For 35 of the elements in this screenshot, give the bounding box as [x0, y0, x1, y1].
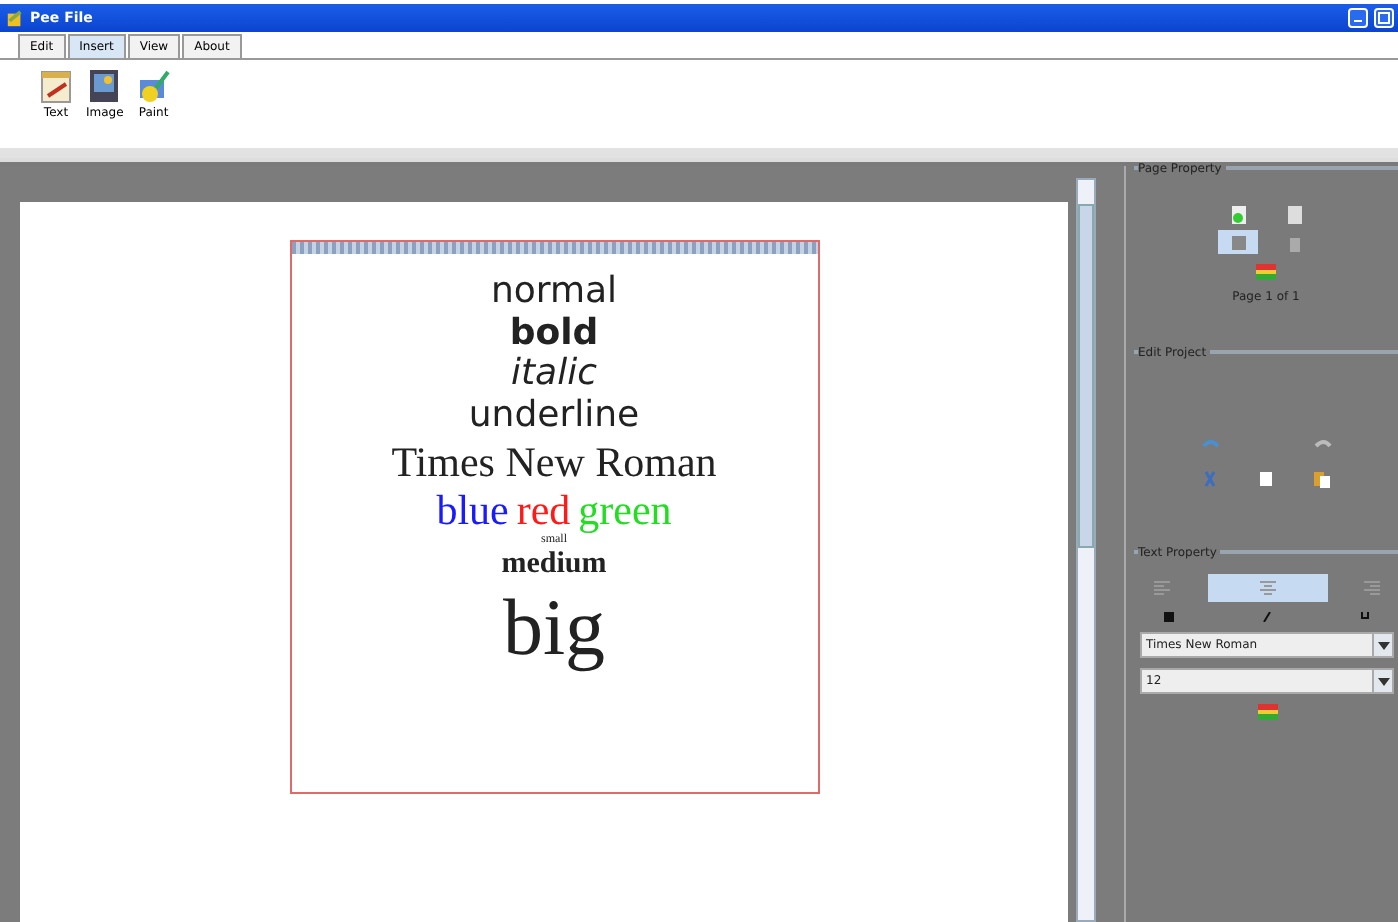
paste-icon[interactable] [1314, 470, 1330, 488]
document-text: big [502, 582, 606, 675]
align-icon [1259, 580, 1275, 596]
dropdown-arrow-icon [1377, 677, 1389, 685]
orientation-button[interactable] [1218, 230, 1258, 254]
document-text: bold [509, 313, 599, 355]
color-bar-icon[interactable] [1256, 264, 1276, 280]
color-bar-icon[interactable] [1257, 704, 1277, 720]
page-icon [1229, 233, 1247, 251]
trash-icon[interactable] [1285, 233, 1303, 251]
italic-icon[interactable] [1262, 612, 1272, 622]
align-icon [1154, 580, 1170, 596]
minimize-button[interactable] [1348, 8, 1368, 28]
underline-icon[interactable] [1360, 612, 1370, 622]
document-text: green [578, 485, 672, 535]
copy-icon[interactable] [1258, 470, 1274, 488]
document-text: underline [468, 396, 640, 438]
paint-icon [135, 68, 172, 104]
document-text: blue [436, 485, 509, 535]
new-page-icon[interactable] [1229, 206, 1247, 224]
picture-frame-icon [86, 68, 123, 104]
align-icon [1364, 580, 1380, 596]
align-button[interactable] [1207, 574, 1327, 602]
dropdown-arrow-icon [1377, 641, 1389, 649]
document-text: normal [490, 272, 618, 314]
maximize-icon [1378, 12, 1390, 24]
page-icon[interactable] [1285, 206, 1303, 224]
notepad-icon [38, 68, 74, 104]
app-icon [6, 9, 24, 27]
document-text: Times New Roman [391, 437, 717, 486]
document-text: red [516, 485, 571, 534]
maximize-button[interactable] [1374, 8, 1394, 28]
document-text: medium [501, 547, 607, 583]
document-text: italic [511, 354, 597, 397]
vertical-scrollbar[interactable] [1076, 178, 1096, 922]
